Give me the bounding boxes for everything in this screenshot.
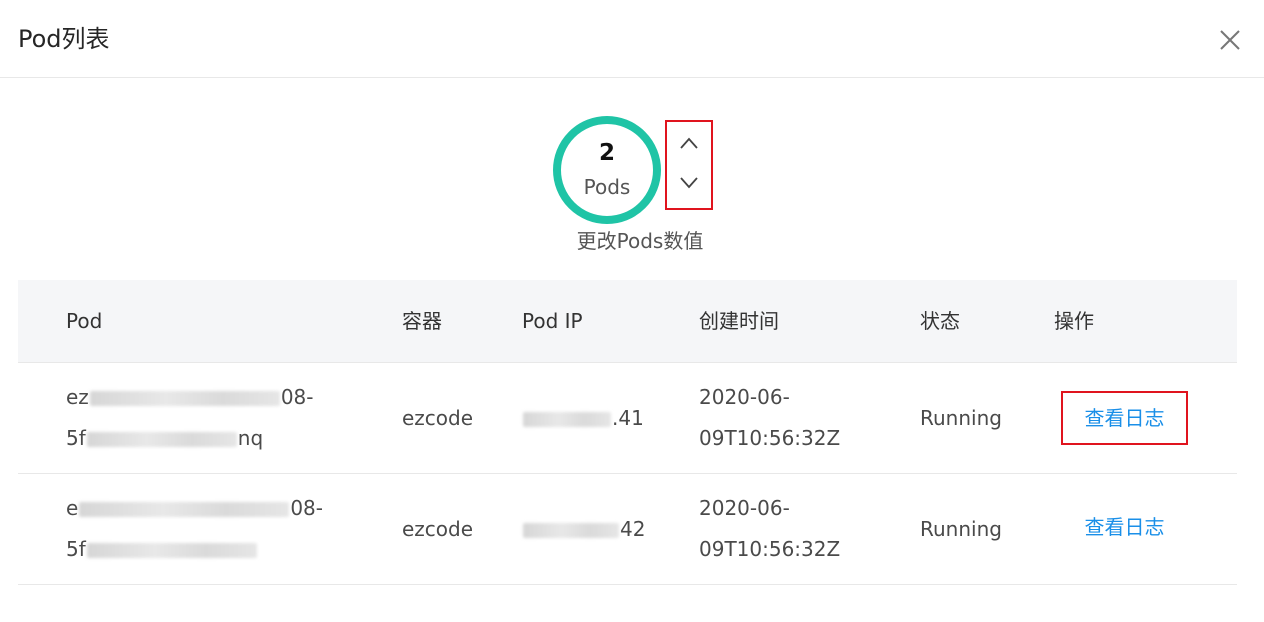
pod-list-modal: Pod列表 2 Pods 更改Pods数值 Pod 容器 Pod IP 创建时间… <box>0 0 1264 622</box>
view-logs-link[interactable]: 查看日志 <box>1061 391 1188 445</box>
pod-name-prefix: 5f <box>66 426 86 450</box>
created-time-cell: 2020-06- 09T10:56:32Z <box>699 488 840 570</box>
redacted-text <box>523 523 619 538</box>
decrement-pods-button[interactable] <box>667 166 711 206</box>
table-row: e 08- 5f ezcode 42 2020-06- 09T10:56:32Z … <box>18 474 1237 585</box>
redacted-text <box>86 543 257 558</box>
pod-name-prefix: ez <box>66 385 89 409</box>
created-time: 09T10:56:32Z <box>699 537 841 561</box>
view-logs-link[interactable]: 查看日志 <box>1061 502 1188 556</box>
pod-name-cell: e 08- 5f <box>66 488 323 570</box>
pod-table: Pod 容器 Pod IP 创建时间 状态 操作 ez 08- 5f nq ezco… <box>18 280 1237 585</box>
pod-name-suffix: 08- <box>280 385 314 409</box>
close-icon <box>1220 30 1240 50</box>
container-cell: ezcode <box>402 406 474 430</box>
container-cell: ezcode <box>402 517 474 541</box>
created-date: 2020-06- <box>699 385 790 409</box>
chevron-down-icon <box>680 177 698 189</box>
column-header-actions: 操作 <box>1054 309 1094 333</box>
table-row: ez 08- 5f nq ezcode .41 2020-06- 09T10:56:… <box>18 363 1237 474</box>
column-header-container: 容器 <box>402 309 442 333</box>
pods-unit-label: Pods <box>583 175 631 199</box>
created-date: 2020-06- <box>699 496 790 520</box>
pod-name-suffix: nq <box>237 426 264 450</box>
pods-caption: 更改Pods数值 <box>0 228 1264 254</box>
pods-count-ring: 2 Pods <box>553 116 661 224</box>
pods-count: 2 <box>598 140 615 166</box>
chevron-up-icon <box>680 137 698 149</box>
pod-name-prefix: e <box>66 496 79 520</box>
column-header-created-time: 创建时间 <box>699 309 779 333</box>
table-header: Pod 容器 Pod IP 创建时间 状态 操作 <box>18 280 1237 363</box>
column-header-status: 状态 <box>920 309 960 333</box>
redacted-text <box>86 432 237 447</box>
pod-ip-suffix: .41 <box>612 406 644 430</box>
pods-scaler: 2 Pods 更改Pods数值 <box>0 78 1264 278</box>
close-button[interactable] <box>1216 26 1244 54</box>
column-header-pod: Pod <box>66 309 103 333</box>
redacted-text <box>523 412 611 427</box>
pods-stepper <box>665 120 713 210</box>
modal-title: Pod列表 <box>18 25 110 53</box>
redacted-text <box>79 502 290 517</box>
pod-ip-cell: .41 <box>522 363 644 473</box>
increment-pods-button[interactable] <box>667 126 711 166</box>
status-cell: Running <box>920 517 1002 541</box>
redacted-text <box>89 391 280 406</box>
created-time: 09T10:56:32Z <box>699 426 841 450</box>
pod-ip-suffix: 42 <box>620 517 646 541</box>
pod-name-suffix: 08- <box>290 496 323 520</box>
status-cell: Running <box>920 406 1002 430</box>
modal-header: Pod列表 <box>0 0 1264 78</box>
pod-name-cell: ez 08- 5f nq <box>66 377 313 459</box>
pod-ip-cell: 42 <box>522 474 645 584</box>
column-header-pod-ip: Pod IP <box>522 309 583 333</box>
pod-name-prefix: 5f <box>66 537 86 561</box>
pods-caption-text: 更改Pods数值 <box>576 229 704 253</box>
created-time-cell: 2020-06- 09T10:56:32Z <box>699 377 840 459</box>
